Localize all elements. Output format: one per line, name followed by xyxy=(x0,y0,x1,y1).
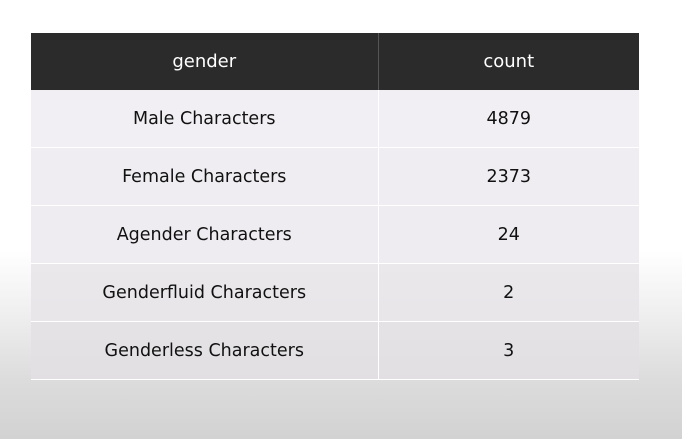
table-row: Agender Characters 24 xyxy=(31,205,639,264)
cell-gender: Male Characters xyxy=(31,90,379,148)
data-table-container: gender count Male Characters 4879 Female… xyxy=(31,33,639,380)
table-row: Female Characters 2373 xyxy=(31,147,639,206)
gender-count-table: gender count Male Characters 4879 Female… xyxy=(31,33,639,380)
column-header-gender[interactable]: gender xyxy=(31,33,379,90)
cell-gender: Genderfluid Characters xyxy=(31,263,379,322)
table-row: Genderless Characters 3 xyxy=(31,321,639,380)
table-row: Male Characters 4879 xyxy=(31,90,639,148)
table-header-row: gender count xyxy=(31,33,639,90)
cell-count: 4879 xyxy=(378,90,639,148)
cell-gender: Genderless Characters xyxy=(31,321,379,380)
cell-gender: Female Characters xyxy=(31,147,379,206)
cell-count: 2373 xyxy=(378,147,639,206)
table-row: Genderfluid Characters 2 xyxy=(31,263,639,322)
cell-gender: Agender Characters xyxy=(31,205,379,264)
cell-count: 3 xyxy=(378,321,639,380)
cell-count: 24 xyxy=(378,205,639,264)
cell-count: 2 xyxy=(378,263,639,322)
column-header-count[interactable]: count xyxy=(378,33,639,90)
